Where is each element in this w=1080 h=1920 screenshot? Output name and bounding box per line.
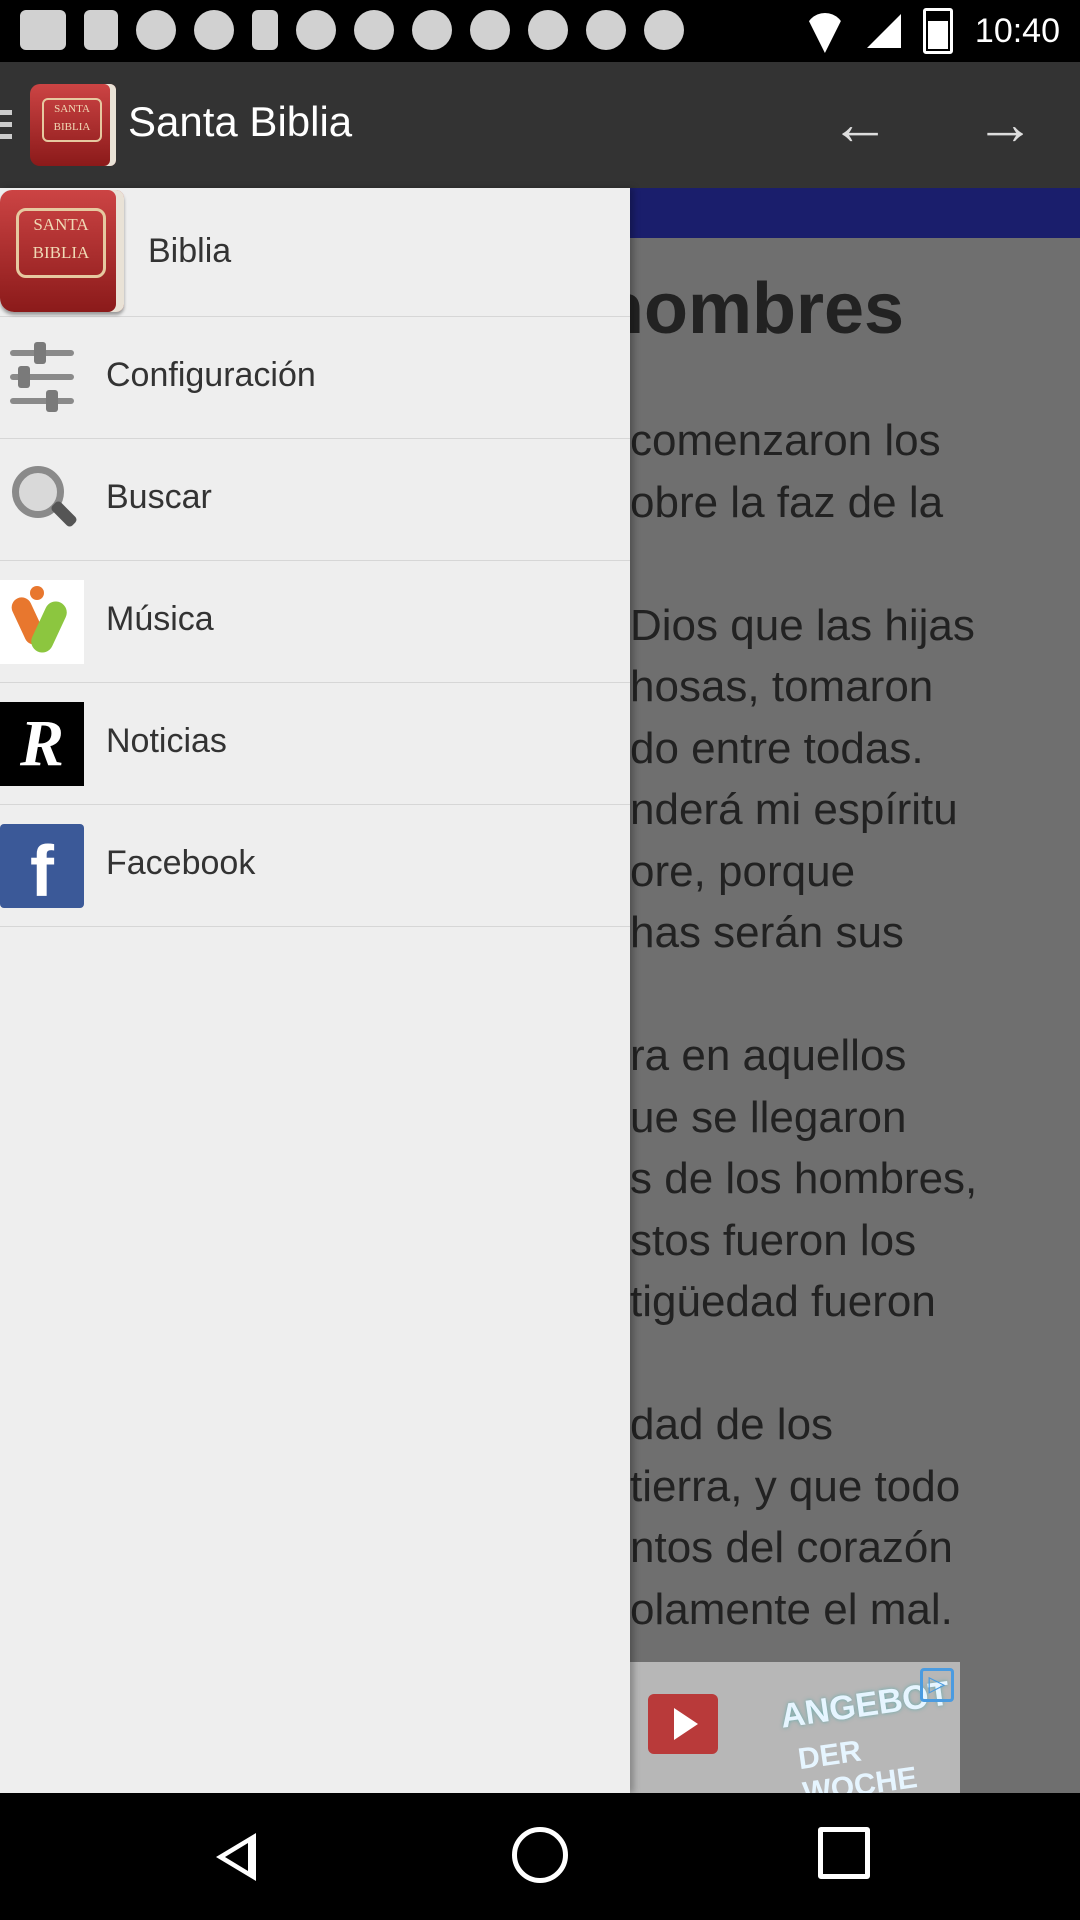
play-icon bbox=[648, 1694, 718, 1754]
drawer-item-noticias[interactable]: R Noticias bbox=[0, 682, 630, 805]
verse-line bbox=[630, 964, 1080, 1026]
drawer-item-label: Noticias bbox=[106, 722, 227, 760]
message-icon bbox=[20, 10, 66, 50]
abc-icon bbox=[194, 10, 234, 50]
bible-book-icon: SANTA BIBLIA bbox=[0, 190, 124, 312]
app-bar: SANTA BIBLIA Santa Biblia ← → bbox=[0, 62, 1080, 190]
search-icon bbox=[0, 458, 84, 542]
ad-banner[interactable]: ANGEBOT DER WOCHE ▷ bbox=[630, 1662, 960, 1793]
flipboard-icon bbox=[84, 10, 118, 50]
app-logo-icon[interactable]: SANTA BIBLIA bbox=[30, 84, 116, 166]
nav-recents-icon[interactable] bbox=[818, 1827, 870, 1879]
drawer-item-label: Biblia bbox=[148, 232, 232, 270]
nav-back-icon[interactable] bbox=[208, 1827, 268, 1887]
verse-line: obre la faz de la bbox=[630, 477, 944, 527]
forward-arrow-icon[interactable]: → bbox=[975, 94, 1035, 156]
ad-choices-icon[interactable]: ▷ bbox=[920, 1668, 954, 1702]
system-nav-bar bbox=[0, 1793, 1080, 1920]
nav-home-icon[interactable] bbox=[512, 1827, 568, 1883]
drawer-item-buscar[interactable]: Buscar bbox=[0, 438, 630, 561]
news-app-icon: R bbox=[0, 702, 84, 786]
abc-icon bbox=[644, 10, 684, 50]
signal-icon bbox=[866, 14, 901, 48]
drawer-item-label: Música bbox=[106, 600, 214, 638]
pin-icon bbox=[252, 10, 278, 50]
drawer-item-label: Configuración bbox=[106, 356, 316, 394]
verse-line: Dios que las hijas bbox=[630, 600, 975, 650]
abc-icon bbox=[470, 10, 510, 50]
verse-line: has serán sus bbox=[630, 908, 904, 957]
status-time: 10:40 bbox=[974, 11, 1060, 50]
verse-line: olamente el mal. bbox=[630, 1584, 953, 1634]
music-app-icon bbox=[0, 580, 84, 664]
status-bar: 10:40 bbox=[0, 0, 1080, 62]
bible-logo-text: SANTA BIBLIA bbox=[16, 208, 106, 278]
verse-line bbox=[630, 533, 1080, 595]
abc-icon bbox=[354, 10, 394, 50]
facebook-icon: f bbox=[0, 824, 84, 912]
drawer-item-biblia[interactable]: SANTA BIBLIA Biblia bbox=[0, 188, 630, 317]
ad-text-line2: DER WOCHE bbox=[796, 1734, 920, 1793]
notification-icons bbox=[20, 10, 684, 50]
wifi-icon bbox=[805, 13, 845, 49]
chapter-text: comenzaron los obre la faz de la Dios qu… bbox=[630, 410, 1080, 1640]
drawer-item-label: Buscar bbox=[106, 478, 212, 516]
chapter-heading: hombres bbox=[600, 269, 905, 349]
drawer-item-musica[interactable]: Música bbox=[0, 560, 630, 683]
verse-line bbox=[630, 1333, 1080, 1395]
verse-line: ra en aquellos bbox=[630, 1031, 907, 1080]
drawer-item-facebook[interactable]: f Facebook bbox=[0, 804, 630, 927]
verse-line: dad de los bbox=[630, 1400, 834, 1449]
sliders-icon bbox=[0, 336, 84, 420]
verse-line: s de los hombres, bbox=[630, 1154, 978, 1203]
battery-icon bbox=[922, 8, 953, 54]
navigation-drawer: SANTA BIBLIA Biblia Configuración Buscar… bbox=[0, 188, 630, 1793]
verse-line: ore, porque bbox=[630, 846, 856, 896]
verse-line: hosas, tomaron bbox=[630, 662, 934, 711]
abc-icon bbox=[528, 10, 568, 50]
verse-line: comenzaron los bbox=[630, 416, 941, 465]
verse-line: stos fueron los bbox=[630, 1215, 917, 1265]
verse-line: ue se llegaron bbox=[630, 1092, 907, 1142]
verse-line: nderá mi espíritu bbox=[630, 785, 958, 834]
app-logo-text: SANTA BIBLIA bbox=[42, 98, 102, 142]
drawer-item-label: Facebook bbox=[106, 844, 256, 882]
verse-line: tierra, y que todo bbox=[630, 1461, 961, 1511]
back-arrow-icon[interactable]: ← bbox=[830, 94, 890, 156]
verse-line: tigüedad fueron bbox=[630, 1277, 936, 1326]
app-title: Santa Biblia bbox=[128, 98, 353, 145]
abc-icon bbox=[412, 10, 452, 50]
abc-icon bbox=[586, 10, 626, 50]
abc-icon bbox=[296, 10, 336, 50]
verse-line: do entre todas. bbox=[630, 723, 924, 773]
drawer-item-configuracion[interactable]: Configuración bbox=[0, 316, 630, 439]
hamburger-icon[interactable] bbox=[0, 110, 12, 146]
abc-icon bbox=[136, 10, 176, 50]
verse-line: ntos del corazón bbox=[630, 1523, 953, 1572]
